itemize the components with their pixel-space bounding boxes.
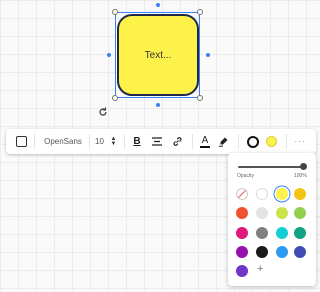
border-button[interactable] xyxy=(246,129,260,154)
no-color-icon xyxy=(237,189,247,199)
text-color-button[interactable]: A xyxy=(198,129,212,154)
align-center-icon xyxy=(152,137,162,146)
font-size-stepper[interactable]: ▲ ▼ xyxy=(109,129,118,154)
swatch-teal[interactable] xyxy=(294,227,306,239)
add-color-button[interactable]: + xyxy=(257,263,263,275)
font-size-value: 10 xyxy=(95,137,104,146)
bold-icon: B xyxy=(133,136,141,147)
opacity-slider-track[interactable] xyxy=(238,166,304,168)
link-button[interactable] xyxy=(170,129,184,154)
opacity-slider-handle[interactable] xyxy=(300,163,307,170)
font-family-value: OpenSans xyxy=(44,137,82,146)
swatch-gray[interactable] xyxy=(256,227,268,239)
swatch-red[interactable] xyxy=(236,207,248,219)
more-button[interactable]: ··· xyxy=(292,129,308,154)
align-button[interactable] xyxy=(150,129,164,154)
opacity-value: 100% xyxy=(294,173,307,179)
context-toolbar: OpenSans 10 ▲ ▼ B A ··· xyxy=(6,129,316,154)
text-color-bar xyxy=(200,145,210,148)
fill-color-icon xyxy=(265,136,277,147)
connect-dot-bottom[interactable] xyxy=(156,103,160,107)
sticky-note[interactable]: Text... xyxy=(117,14,199,96)
swatch-yellow-selected[interactable] xyxy=(276,188,288,200)
font-size-input[interactable]: 10 xyxy=(92,129,107,154)
swatch-white[interactable] xyxy=(256,188,268,200)
fill-color-button[interactable] xyxy=(264,129,278,154)
swatch-lime[interactable] xyxy=(276,207,288,219)
shape-type-button[interactable] xyxy=(13,129,29,154)
rotate-icon[interactable] xyxy=(97,106,109,118)
bold-button[interactable]: B xyxy=(130,129,144,154)
shape-icon xyxy=(15,136,27,147)
resize-handle-top-right[interactable] xyxy=(197,9,203,15)
resize-handle-top-left[interactable] xyxy=(112,9,118,15)
resize-handle-bottom-right[interactable] xyxy=(197,95,203,101)
swatch-light-gray[interactable] xyxy=(256,207,268,219)
highlight-button[interactable] xyxy=(216,129,230,154)
swatch-purple[interactable] xyxy=(236,246,248,258)
text-color-icon: A xyxy=(201,134,209,146)
swatch-amber[interactable] xyxy=(294,188,306,200)
swatch-black[interactable] xyxy=(256,246,268,258)
swatch-magenta[interactable] xyxy=(236,227,248,239)
link-icon xyxy=(172,137,182,146)
sticky-note-text[interactable]: Text... xyxy=(145,50,172,61)
swatch-violet[interactable] xyxy=(236,265,248,277)
swatch-cyan[interactable] xyxy=(276,227,288,239)
opacity-label: Opacity xyxy=(237,173,254,179)
font-family-select[interactable]: OpenSans xyxy=(39,129,87,154)
swatch-indigo[interactable] xyxy=(294,246,306,258)
more-icon: ··· xyxy=(294,137,306,146)
swatch-green[interactable] xyxy=(294,207,306,219)
highlighter-icon xyxy=(218,137,227,147)
connect-dot-right[interactable] xyxy=(206,53,210,57)
resize-handle-bottom-left[interactable] xyxy=(112,95,118,101)
swatch-transparent[interactable] xyxy=(236,188,248,200)
color-picker-popover: Opacity 100% + xyxy=(228,153,316,286)
connect-dot-top[interactable] xyxy=(156,3,160,7)
connect-dot-left[interactable] xyxy=(107,53,111,57)
swatch-blue[interactable] xyxy=(276,246,288,258)
chevron-down-icon[interactable]: ▼ xyxy=(111,141,117,147)
border-icon xyxy=(247,135,259,148)
